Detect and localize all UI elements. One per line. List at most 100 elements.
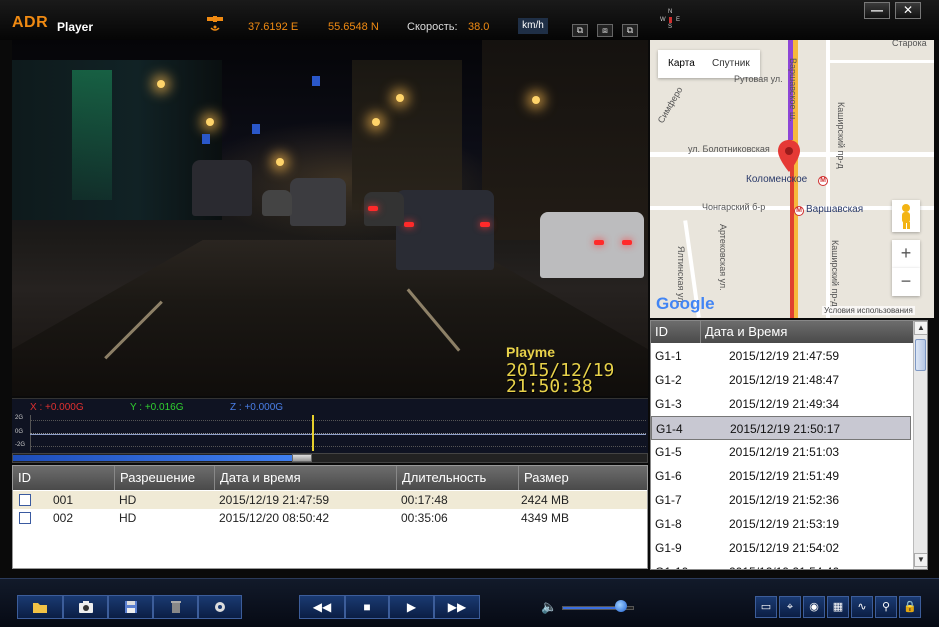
video-overlay-brand: Playme <box>506 344 556 360</box>
event-row[interactable]: G1-1 2015/12/19 21:47:59 <box>651 344 911 368</box>
video-player[interactable]: Playme 2015/12/19 21:50:38 <box>12 40 648 396</box>
scroll-up-icon[interactable]: ▲ <box>914 321 927 335</box>
map-zoom-in-button[interactable]: + <box>892 240 920 268</box>
event-row-datetime: 2015/12/19 21:47:59 <box>729 349 840 363</box>
speed-value: 38.0 <box>468 21 490 33</box>
event-row-id: G1-10 <box>655 560 688 569</box>
wave-icon: ∿ <box>857 601 867 613</box>
event-row-datetime: 2015/12/19 21:53:19 <box>729 517 840 531</box>
file-table-header: ID Разрешение Дата и время Длительность … <box>13 466 647 490</box>
event-row[interactable]: G1-3 2015/12/19 21:49:34 <box>651 392 911 416</box>
title-bar: ADR Player 37.6192 E 55.6548 N Скорость:… <box>0 0 939 40</box>
monitor-icon: ▭ <box>760 601 772 613</box>
metro-icon: M <box>818 176 828 186</box>
gsensor-cursor[interactable] <box>312 415 314 451</box>
file-col-datetime[interactable]: Дата и время <box>215 466 397 490</box>
video-building-left <box>12 60 222 220</box>
tool-display-button[interactable]: ▭ <box>755 596 777 618</box>
fast-forward-button[interactable]: ▶▶ <box>434 595 480 619</box>
map-terms-link[interactable]: Условия использования <box>822 306 915 315</box>
open-folder-button[interactable] <box>17 595 63 619</box>
file-row-checkbox[interactable] <box>19 494 31 506</box>
seek-progress <box>13 455 292 461</box>
event-row-datetime: 2015/12/19 21:51:03 <box>729 445 840 459</box>
file-row[interactable]: 002 HD 2015/12/20 08:50:42 00:35:06 4349… <box>13 509 647 527</box>
gsensor-graph[interactable]: X : +0.000G Y : +0.016G Z : +0.000G 2G 0… <box>12 398 648 453</box>
speed-label: Скорость: <box>407 21 458 33</box>
tool-map-button[interactable]: ▦ <box>827 596 849 618</box>
seek-bar[interactable] <box>12 453 648 463</box>
tool-zoom-button[interactable]: ⚲ <box>875 596 897 618</box>
gsensor-x-value: X : +0.000G <box>30 402 84 413</box>
pegman-icon[interactable] <box>892 200 920 232</box>
tool-earth-button[interactable]: ◉ <box>803 596 825 618</box>
volume-level <box>563 607 619 609</box>
view-mode-1-button[interactable]: ⧉ <box>572 24 588 37</box>
scroll-thumb[interactable] <box>915 339 926 371</box>
minimize-button[interactable]: — <box>864 2 890 19</box>
event-row[interactable]: G1-6 2015/12/19 21:51:49 <box>651 464 911 488</box>
event-row-datetime: 2015/12/19 21:48:47 <box>729 373 840 387</box>
event-row[interactable]: G1-5 2015/12/19 21:51:03 <box>651 440 911 464</box>
tool-gps-button[interactable]: ⌖ <box>779 596 801 618</box>
file-col-id[interactable]: ID <box>13 466 115 490</box>
file-col-resolution[interactable]: Разрешение <box>115 466 215 490</box>
scroll-down-icon[interactable]: ▼ <box>914 553 927 567</box>
rewind-button[interactable]: ◀◀ <box>299 595 345 619</box>
stop-icon: ■ <box>363 600 371 614</box>
fast-forward-icon: ▶▶ <box>447 600 467 614</box>
settings-button[interactable] <box>198 595 242 619</box>
compass-icon: N W E S <box>660 9 681 30</box>
event-row[interactable]: G1-8 2015/12/19 21:53:19 <box>651 512 911 536</box>
play-button[interactable]: ▶ <box>389 595 434 619</box>
seek-thumb[interactable] <box>291 454 312 462</box>
file-row-checkbox[interactable] <box>19 512 31 524</box>
map-tab-map[interactable]: Карта <box>668 50 695 78</box>
stop-button[interactable]: ■ <box>345 595 389 619</box>
snapshot-button[interactable] <box>63 595 108 619</box>
event-col-datetime[interactable]: Дата и Время <box>701 321 913 343</box>
event-row[interactable]: G1-7 2015/12/19 21:52:36 <box>651 488 911 512</box>
view-mode-3-button[interactable]: ⧉ <box>622 24 638 37</box>
gsensor-tick-bottom: -2G <box>15 442 26 448</box>
speed-unit-toggle[interactable]: km/h <box>518 18 548 34</box>
event-col-id[interactable]: ID <box>651 321 701 343</box>
tool-graph-button[interactable]: ∿ <box>851 596 873 618</box>
event-list: ID Дата и Время G1-1 2015/12/19 21:47:59 G… <box>650 320 928 570</box>
view-mode-2-button[interactable]: ⧈ <box>597 24 613 37</box>
file-col-duration[interactable]: Длительность <box>397 466 519 490</box>
volume-thumb[interactable] <box>614 600 627 612</box>
map-zoom-out-button[interactable]: − <box>892 268 920 296</box>
event-row-datetime: 2015/12/19 21:54:02 <box>729 541 840 555</box>
event-list-scrollbar[interactable]: ▲ ▼ <box>913 321 927 569</box>
event-row[interactable]: G1-4 2015/12/19 21:50:17 <box>651 416 911 440</box>
event-row-datetime: 2015/12/19 21:52:36 <box>729 493 840 507</box>
event-row[interactable]: G1-10 2015/12/19 21:54:46 <box>651 560 911 569</box>
magnifier-icon: ⚲ <box>881 601 891 613</box>
event-row[interactable]: G1-9 2015/12/19 21:54:02 <box>651 536 911 560</box>
file-col-size[interactable]: Размер <box>519 466 647 490</box>
map-view[interactable]: Карта Спутник Симферо Варшавское ш. Руто… <box>650 40 934 318</box>
event-row[interactable]: G1-2 2015/12/19 21:48:47 <box>651 368 911 392</box>
save-button[interactable] <box>108 595 153 619</box>
trash-icon <box>170 601 181 613</box>
file-row[interactable]: 001 HD 2015/12/19 21:47:59 00:17:48 2424… <box>13 491 647 509</box>
location-pin-icon <box>778 140 800 172</box>
video-overlay-time: 21:50:38 <box>506 376 593 396</box>
play-icon: ▶ <box>406 600 417 614</box>
speaker-icon[interactable]: 🔈 <box>541 599 557 615</box>
gsensor-tick-mid: 0G <box>15 429 24 435</box>
camera-icon <box>78 601 93 613</box>
delete-button[interactable] <box>153 595 198 619</box>
longitude-value: 37.6192 E <box>248 21 299 33</box>
gsensor-tick-top: 2G <box>15 415 24 421</box>
close-button[interactable]: ✕ <box>895 2 921 19</box>
tool-lock-button[interactable]: 🔒 <box>899 596 921 618</box>
event-row-id: G1-1 <box>655 349 682 363</box>
app-logo: ADR <box>12 14 49 31</box>
event-row-id: G1-5 <box>655 445 682 459</box>
event-row-datetime: 2015/12/19 21:50:17 <box>730 422 841 436</box>
event-list-header: ID Дата и Время <box>651 321 913 343</box>
gear-icon <box>215 602 225 612</box>
event-row-datetime: 2015/12/19 21:49:34 <box>729 397 840 411</box>
